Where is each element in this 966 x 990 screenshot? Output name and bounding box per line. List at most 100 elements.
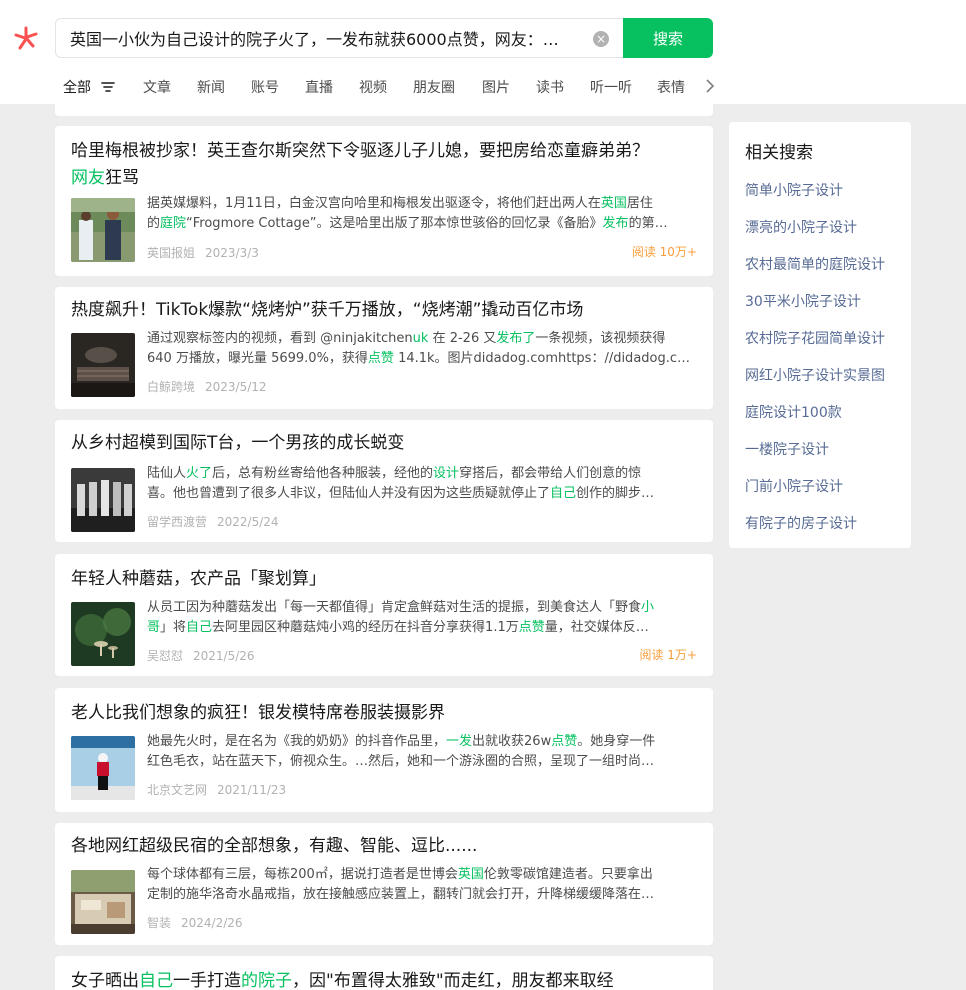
highlighted-keyword: uk [412, 331, 429, 346]
highlighted-keyword: 小 [641, 600, 655, 615]
highlighted-keyword: 一发 [446, 734, 473, 749]
text-segment: 从员工因为种蘑菇发出「每一天都值得」肯定盒鲜菇对生活的提振，到美食达人「野食 [147, 600, 642, 615]
result-source[interactable]: 白鲸跨境 [147, 380, 195, 394]
result-thumbnail[interactable] [71, 333, 135, 397]
result-title[interactable]: 哈里梅根被抄家！英王查尔斯突然下令驱逐儿子儿媳，要把房给恋童癖弟弟？ 网友狂骂 [71, 138, 701, 192]
search-box: × [55, 18, 623, 58]
search-input[interactable] [70, 19, 588, 57]
result-title[interactable]: 从乡村超模到国际T台，一个男孩的成长蜕变 [71, 430, 404, 457]
chevron-right-icon[interactable] [705, 78, 715, 94]
result-meta: 北京文艺网 2021/11/23 [147, 781, 286, 798]
result-thumbnail[interactable] [71, 736, 135, 800]
text-segment: 红色毛衣，站在蓝天下，俯视众生。…然后，她和一个游泳圈的合照，呈现了一组时尚… [147, 754, 655, 769]
highlighted-keyword: 发布了 [496, 331, 536, 346]
highlighted-keyword: 设计 [433, 466, 460, 481]
clear-search-icon[interactable]: × [593, 31, 609, 47]
result-card[interactable]: 哈里梅根被抄家！英王查尔斯突然下令驱逐儿子儿媳，要把房给恋童癖弟弟？ 网友狂骂 据… [55, 126, 713, 276]
result-source[interactable]: 北京文艺网 [147, 783, 207, 797]
summary-line: 每个球体都有三层，每栋200㎡，据说打造者是世博会英国伦敦零碳馆建造者。只要拿出 [147, 865, 697, 885]
text-segment: 陆仙人 [147, 466, 187, 481]
result-title[interactable]: 老人比我们想象的疯狂！银发模特席卷服装摄影界 [71, 700, 445, 727]
highlighted-keyword: 英国 [457, 867, 484, 882]
summary-line: 640 万播放，曝光量 5699.0%，获得点赞 14.1k。图片didadog… [147, 349, 697, 369]
highlighted-keyword: 自己 [186, 620, 213, 635]
result-summary: 陆仙人火了后，总有粉丝寄给他各种服装，经他的设计穿搭后，都会带给人们创意的惊 喜… [147, 464, 697, 504]
related-search-item[interactable]: 网红小院子设计实景图 [745, 365, 885, 385]
result-summary: 每个球体都有三层，每栋200㎡，据说打造者是世博会英国伦敦零碳馆建造者。只要拿出… [147, 865, 697, 905]
result-card[interactable]: 各地网红超级民宿的全部想象，有趣、智能、逗比...... 每个球体都有三层，每栋… [55, 823, 713, 945]
highlighted-keyword: 发布 [602, 216, 629, 231]
text-segment: 据英媒爆料，1月11日，白金汉宫向哈里和梅根发出驱逐令，将他们赶出两人在 [147, 196, 601, 211]
summary-line: 从员工因为种蘑菇发出「每一天都值得」肯定盒鲜菇对生活的提振，到美食达人「野食小 [147, 598, 697, 618]
result-title[interactable]: 年轻人种蘑菇，农产品「聚划算」 [71, 566, 326, 593]
result-source[interactable]: 智装 [147, 916, 171, 930]
summary-line: 定制的施华洛奇水晶戒指，放在接触感应装置上，翻转门就会打开，升降梯缓缓降落在… [147, 885, 697, 905]
result-thumbnail[interactable] [71, 198, 135, 262]
result-card[interactable]: 女子晒出自己一手打造的院子，因"布置得太雅致"而走红，朋友都来取经 [55, 956, 713, 990]
related-search-item[interactable]: 门前小院子设计 [745, 476, 843, 496]
text-segment: 一条视频，该视频获得 [535, 331, 666, 346]
related-searches-title: 相关搜索 [745, 143, 813, 163]
result-date: 2022/5/24 [217, 515, 279, 529]
summary-line: 喜。他也曾遭到了很多人非议，但陆仙人并没有因为这些质疑就停止了自己创作的脚步… [147, 484, 697, 504]
wechat-search-logo-icon[interactable] [12, 24, 40, 52]
highlighted-keyword: 点赞 [367, 351, 394, 366]
text-segment: 从乡村超模到国际T台，一个男孩的成长蜕变 [71, 433, 405, 453]
result-meta: 智装 2024/2/26 [147, 914, 243, 931]
related-search-item[interactable]: 农村院子花园简单设计 [745, 328, 885, 348]
result-thumbnail[interactable] [71, 870, 135, 934]
result-card[interactable]: 老人比我们想象的疯狂！银发模特席卷服装摄影界 她最先火时，是在名为《我的奶奶》的… [55, 688, 713, 812]
related-search-item[interactable]: 有院子的房子设计 [745, 513, 857, 533]
result-card[interactable]: 热度飙升！TikTok爆款“烧烤炉”获千万播放，“烧烤潮”撬动百亿市场 通过观察… [55, 287, 713, 409]
text-segment: 后，总有粉丝寄给他各种服装，经他的 [212, 466, 434, 481]
result-thumbnail[interactable] [71, 468, 135, 532]
text-segment: 穿搭后，都会带给人们创意的惊 [459, 466, 642, 481]
highlighted-keyword: 网友 [71, 168, 105, 188]
result-card[interactable]: 从乡村超模到国际T台，一个男孩的成长蜕变 陆仙人火了后，总有粉丝寄给他各种服装，… [55, 420, 713, 542]
related-search-item[interactable]: 一楼院子设计 [745, 439, 829, 459]
highlighted-keyword: 哥 [147, 620, 161, 635]
text-segment: 喜。他也曾遭到了很多人非议，但陆仙人并没有因为这些质疑就停止了 [147, 486, 551, 501]
text-segment: 640 万播放，曝光量 5699.0%，获得 [147, 351, 368, 366]
result-source[interactable]: 吴怼怼 [147, 649, 183, 663]
summary-line: 她最先火时，是在名为《我的奶奶》的抖音作品里，一发出就收获26w点赞。她身穿一件 [147, 732, 697, 752]
text-segment: 14.1k。图片didadog.comhttps：//didadog.co… [393, 351, 697, 366]
top-bar: × 搜索 全部 文章 新闻 账号 直播 视频 朋友圈 图片 读书 听一听 表情 [0, 0, 966, 104]
text-segment: 」将 [160, 620, 187, 635]
filter-icon[interactable] [101, 81, 116, 93]
result-meta: 吴怼怼 2021/5/26 [147, 647, 255, 664]
related-search-item[interactable]: 庭院设计100款 [745, 402, 842, 422]
result-title[interactable]: 热度飙升！TikTok爆款“烧烤炉”获千万播放，“烧烤潮”撬动百亿市场 [71, 297, 583, 324]
search-button[interactable]: 搜索 [623, 18, 713, 58]
text-segment: 老人比我们想象的疯狂！银发模特席卷服装摄影界 [71, 703, 445, 723]
text-segment: 去阿里园区种蘑菇炖小鸡的经历在抖音分享获得1.1万 [212, 620, 519, 635]
text-segment: 的第… [628, 216, 668, 231]
highlighted-keyword: 火了 [186, 466, 213, 481]
result-source[interactable]: 英国报姐 [147, 246, 195, 260]
text-segment: “Frogmore Cottage”。这是哈里出版了那本惊世骇俗的回忆录《备胎》 [186, 216, 603, 231]
summary-line: 红色毛衣，站在蓝天下，俯视众生。…然后，她和一个游泳圈的合照，呈现了一组时尚… [147, 752, 697, 772]
text-segment: 热度飙升！TikTok爆款“烧烤炉”获千万播放，“烧烤潮”撬动百亿市场 [71, 300, 584, 320]
related-search-item[interactable]: 农村最简单的庭院设计 [745, 254, 885, 274]
result-source[interactable]: 留学西渡营 [147, 515, 207, 529]
text-segment: 创作的脚步… [576, 486, 655, 501]
highlighted-keyword: 自己 [139, 971, 173, 990]
result-card[interactable]: 年轻人种蘑菇，农产品「聚划算」 从员工因为种蘑菇发出「每一天都值得」肯定盒鲜菇对… [55, 554, 713, 676]
related-search-item[interactable]: 30平米小院子设计 [745, 291, 861, 311]
text-segment: 狂骂 [105, 168, 139, 188]
highlighted-keyword: 自己 [550, 486, 577, 501]
text-segment: 哈里梅根被抄家！英王查尔斯突然下令驱逐儿子儿媳，要把房给恋童癖弟弟？ [71, 141, 649, 161]
result-thumbnail[interactable] [71, 602, 135, 666]
result-meta: 英国报姐 2023/3/3 [147, 244, 259, 261]
text-segment: 定制的施华洛奇水晶戒指，放在接触感应装置上，翻转门就会打开，升降梯缓缓降落在… [147, 887, 655, 902]
text-segment: 一手打造 [173, 971, 241, 990]
text-segment: 量，社交媒体反… [544, 620, 649, 635]
text-segment: 女子晒出 [71, 971, 139, 990]
related-search-item[interactable]: 漂亮的小院子设计 [745, 217, 857, 237]
result-title[interactable]: 各地网红超级民宿的全部想象，有趣、智能、逗比...... [71, 833, 477, 860]
related-search-item[interactable]: 简单小院子设计 [745, 180, 843, 200]
related-searches-panel: 相关搜索 简单小院子设计 漂亮的小院子设计 农村最简单的庭院设计 30平米小院子… [729, 122, 911, 548]
result-title[interactable]: 女子晒出自己一手打造的院子，因"布置得太雅致"而走红，朋友都来取经 [71, 968, 614, 990]
summary-line: 的庭院“Frogmore Cottage”。这是哈里出版了那本惊世骇俗的回忆录《… [147, 214, 697, 234]
summary-line: 通过观察标签内的视频，看到 @ninjakitchenuk 在 2-26 又发布… [147, 329, 697, 349]
